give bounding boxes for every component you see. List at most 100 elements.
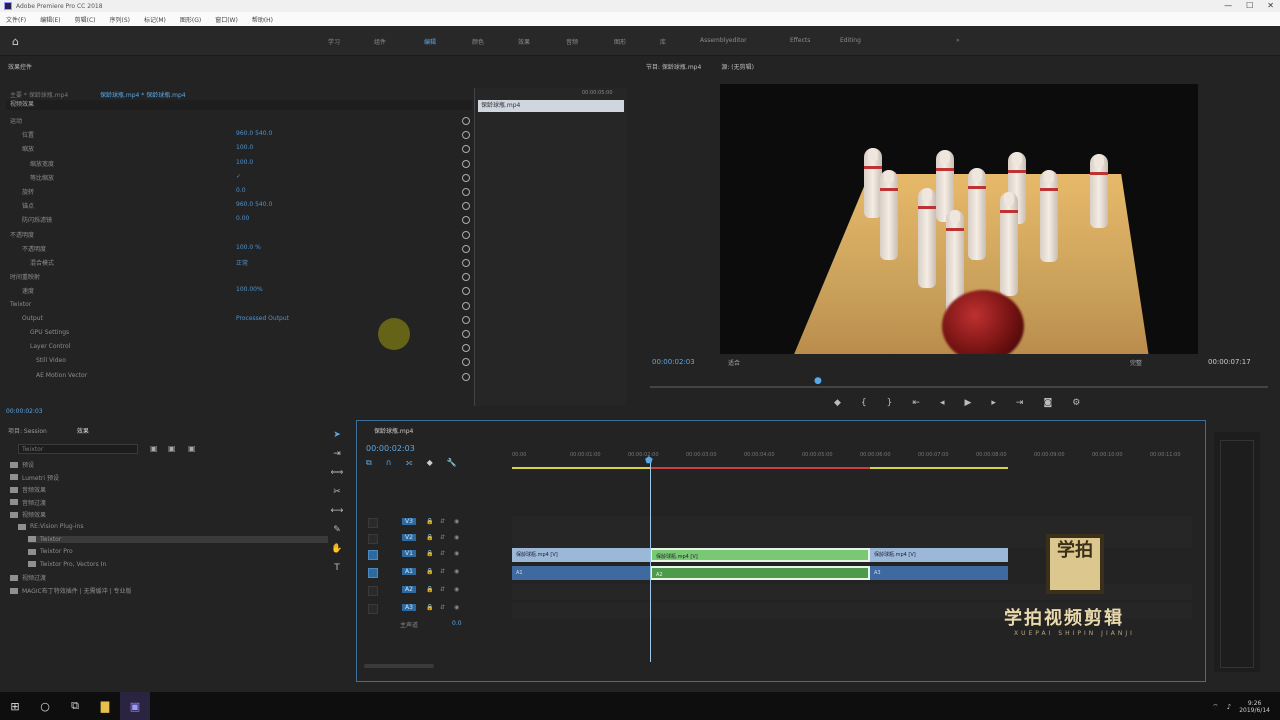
effect-controls-timecode[interactable]: 00:00:02:03 <box>6 408 43 415</box>
menu-clip[interactable]: 剪辑(C) <box>75 15 96 24</box>
playhead-handle-icon[interactable]: ⬟ <box>645 456 653 466</box>
effects-tree-item[interactable]: Lumetri 预设 <box>10 473 59 482</box>
razor-tool-icon[interactable]: ✂ <box>333 487 341 497</box>
effect-row[interactable]: Still Video <box>36 357 66 369</box>
effect-row[interactable]: 混合模式 <box>30 258 54 270</box>
menu-marker[interactable]: 标记(M) <box>144 15 166 24</box>
eye-icon[interactable]: ◉ <box>454 550 459 557</box>
sync-icon[interactable]: ⇵ <box>440 568 445 575</box>
track-source-patch[interactable] <box>368 604 378 614</box>
program-timecode[interactable]: 00:00:02:03 <box>652 358 695 366</box>
type-tool-icon[interactable]: T <box>334 563 340 573</box>
eye-icon[interactable]: ◉ <box>454 518 459 525</box>
premiere-taskbar-icon[interactable]: ▣ <box>120 692 150 720</box>
effects-tree-item[interactable]: Twixtor <box>28 535 328 543</box>
track-v3[interactable] <box>512 516 1192 532</box>
effects-tree-item[interactable]: MAGIC布丁特效插件 | 无需缓冲 | 专业版 <box>10 586 131 595</box>
workspace-tab-color[interactable]: 颜色 <box>472 37 484 46</box>
workspace-tab-learn[interactable]: 学习 <box>328 37 340 46</box>
settings-icon[interactable]: ⚙ <box>1072 398 1080 408</box>
source-monitor-tab[interactable]: 源: (无剪辑) <box>721 62 754 71</box>
menu-help[interactable]: 帮助(H) <box>252 15 273 24</box>
sync-icon[interactable]: ⇵ <box>440 586 445 593</box>
program-monitor-tab[interactable]: 节目: 保龄球瓶.mp4 <box>646 62 701 71</box>
lock-icon[interactable]: 🔒 <box>426 518 433 525</box>
eye-icon[interactable]: ◉ <box>454 586 459 593</box>
quality-dropdown[interactable]: 完整 <box>1130 358 1142 367</box>
selection-tool-icon[interactable]: ➤ <box>333 430 341 440</box>
eye-icon[interactable]: ◉ <box>454 568 459 575</box>
accelerated-effects-icon[interactable]: ▣ <box>168 444 176 453</box>
export-frame-icon[interactable]: ◙ <box>1043 398 1052 408</box>
track-select-tool-icon[interactable]: ⇥ <box>333 449 341 459</box>
effect-row[interactable]: 不透明度 <box>10 230 34 242</box>
track-source-patch[interactable] <box>368 518 378 528</box>
tray-volume-icon[interactable]: ♪ <box>1227 703 1231 711</box>
effect-row-value[interactable]: 960.0 540.0 <box>236 130 272 137</box>
effects-tree-item[interactable]: RE:Vision Plug-ins <box>18 523 83 530</box>
effect-row[interactable]: 旋转 <box>22 187 34 199</box>
menu-file[interactable]: 文件(F) <box>6 15 26 24</box>
effect-row-value[interactable]: 0.00 <box>236 215 249 222</box>
reset-parameter-icon[interactable] <box>462 330 470 338</box>
workspace-tab-graphics[interactable]: 图形 <box>614 37 626 46</box>
track-label[interactable]: A1 <box>402 568 416 575</box>
home-icon[interactable]: ⌂ <box>12 35 24 48</box>
maximize-button[interactable]: ☐ <box>1246 1 1253 10</box>
workspace-overflow-icon[interactable]: » <box>956 37 960 44</box>
master-track-value[interactable]: 0.0 <box>452 620 462 627</box>
track-source-patch[interactable] <box>368 550 378 560</box>
track-label[interactable]: A3 <box>402 604 416 611</box>
effect-row[interactable]: 缩放宽度 <box>30 159 54 171</box>
sync-icon[interactable]: ⇵ <box>440 534 445 541</box>
effects-tree-item[interactable]: 预设 <box>10 460 34 469</box>
track-label[interactable]: V3 <box>402 518 416 525</box>
source-clip-label[interactable]: 主要 * 保龄球瓶.mp4 <box>10 90 68 99</box>
lock-icon[interactable]: 🔒 <box>426 550 433 557</box>
effect-row[interactable]: Layer Control <box>30 343 70 355</box>
workspace-tab-effects-en[interactable]: Effects <box>790 37 810 44</box>
workspace-tab-effects[interactable]: 效果 <box>518 37 530 46</box>
effects-tree-item[interactable]: Twixtor Pro, Vectors In <box>28 561 106 568</box>
track-label[interactable]: V1 <box>402 550 416 557</box>
go-to-in-icon[interactable]: ⇤ <box>912 398 920 408</box>
v1-clip-c[interactable]: 保龄球瓶.mp4 [V] <box>870 548 1008 562</box>
v1-clip-b[interactable]: 保龄球瓶.mp4 [V] <box>650 548 870 562</box>
effect-row[interactable]: 速度 <box>22 286 34 298</box>
snap-icon[interactable]: ∩ <box>386 458 392 468</box>
track-source-patch[interactable] <box>368 586 378 596</box>
reset-parameter-icon[interactable] <box>462 244 470 253</box>
mark-out-icon[interactable]: } <box>887 398 893 408</box>
project-tab[interactable]: 项目: Session <box>8 426 47 435</box>
nest-icon[interactable]: ⧉ <box>366 458 372 468</box>
tray-date[interactable]: 2019/6/14 <box>1239 707 1270 714</box>
track-label[interactable]: V2 <box>402 534 416 541</box>
v1-clip-a[interactable]: 保龄球瓶.mp4 [V] <box>512 548 650 562</box>
workspace-tab-libraries[interactable]: 库 <box>660 37 666 46</box>
task-view-icon[interactable]: ⧉ <box>60 692 90 720</box>
effect-row[interactable]: 锚点 <box>22 201 34 213</box>
workspace-tab-assemblyeditor[interactable]: Assemblyeditor <box>700 37 747 44</box>
timeline-timecode[interactable]: 00:00:02:03 <box>366 444 415 453</box>
eye-icon[interactable]: ◉ <box>454 604 459 611</box>
timeline-title[interactable]: 保龄球瓶.mp4 <box>374 426 413 435</box>
track-label[interactable]: A2 <box>402 586 416 593</box>
effect-row-value[interactable]: ✓ <box>236 173 241 180</box>
effect-row[interactable]: 缩放 <box>22 144 34 156</box>
sync-icon[interactable]: ⇵ <box>440 604 445 611</box>
a1-clip-b[interactable]: A2 <box>650 566 870 580</box>
reset-parameter-icon[interactable] <box>462 301 470 310</box>
new-bin-icon[interactable]: ▣ <box>150 444 158 453</box>
add-marker-timeline-icon[interactable]: ◆ <box>427 458 433 468</box>
timeline-playhead[interactable] <box>650 460 651 662</box>
effects-tab[interactable]: 效果 <box>77 426 89 435</box>
effect-row[interactable]: 运动 <box>10 116 22 128</box>
track-source-patch[interactable] <box>368 534 378 544</box>
program-scrubber[interactable] <box>650 386 1268 388</box>
mini-timeline-clip[interactable]: 保龄球瓶.mp4 <box>478 100 624 112</box>
close-button[interactable]: ✕ <box>1267 1 1274 10</box>
a1-clip-a[interactable]: A1 <box>512 566 650 580</box>
effect-row-value[interactable]: 正常 <box>236 258 248 267</box>
wrench-icon[interactable]: 🔧 <box>447 458 457 468</box>
slip-tool-icon[interactable]: ⟷ <box>331 506 344 516</box>
